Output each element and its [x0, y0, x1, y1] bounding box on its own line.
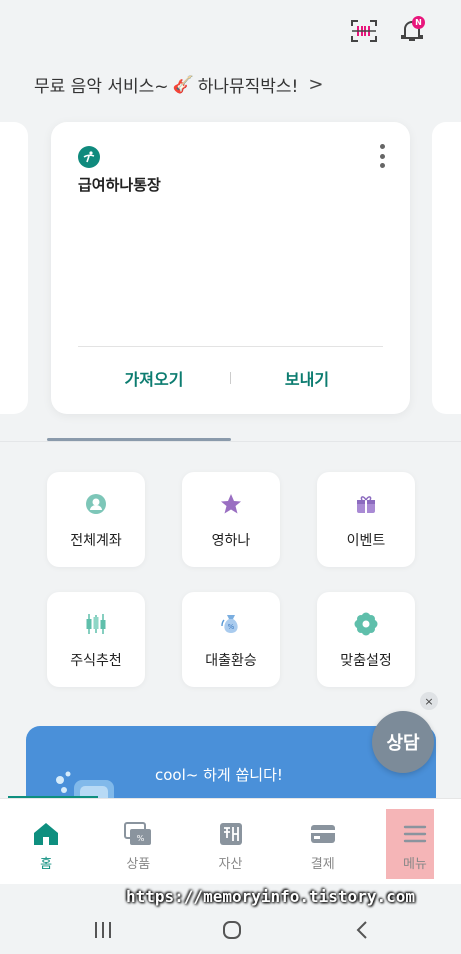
- money-bag-icon: %: [219, 612, 243, 636]
- carousel-page-indicator: [47, 438, 231, 441]
- send-button[interactable]: 보내기: [231, 366, 383, 390]
- hamburger-icon: [401, 821, 429, 847]
- barcode-scan-icon[interactable]: [347, 14, 381, 48]
- chevron-right-icon: >: [308, 74, 324, 95]
- assets-icon: [217, 821, 245, 847]
- nav-item-assets[interactable]: 자산: [184, 799, 276, 884]
- back-icon[interactable]: [350, 918, 374, 942]
- promo-text-suffix: 하나뮤직박스!: [197, 77, 299, 97]
- watermark-text: https://memoryinfo.tistory.com: [126, 887, 415, 906]
- consult-button[interactable]: 상담: [372, 711, 434, 773]
- menu-tile-custom-settings[interactable]: 맞춤설정: [317, 592, 415, 687]
- menu-tile-all-accounts[interactable]: 전체계좌: [47, 472, 145, 567]
- account-name: 급여하나통장: [78, 176, 161, 194]
- home-icon: [32, 821, 60, 847]
- tile-label: 영하나: [211, 533, 251, 549]
- bell-icon[interactable]: N: [395, 14, 429, 48]
- gift-icon: [354, 492, 378, 516]
- menu-tile-loan-transfer[interactable]: % 대출환승: [182, 592, 280, 687]
- recent-apps-icon[interactable]: [91, 918, 115, 942]
- svg-text:%: %: [228, 623, 235, 631]
- top-bar: N: [0, 0, 461, 60]
- tile-label: 맞춤설정: [340, 653, 392, 669]
- account-card[interactable]: 급여하나통장 가져오기 보내기: [51, 122, 410, 414]
- nav-item-payment[interactable]: 결제: [277, 799, 369, 884]
- carousel-track: [0, 441, 461, 442]
- candlestick-icon: [84, 612, 108, 636]
- more-options-icon[interactable]: [374, 142, 390, 170]
- menu-tile-stock-recommend[interactable]: 주식추천: [47, 592, 145, 687]
- promo-link[interactable]: 무료 음악 서비스~ 🎸 하나뮤직박스! >: [34, 72, 323, 97]
- nav-item-menu[interactable]: 메뉴: [369, 799, 461, 884]
- menu-tile-young-hana[interactable]: 영하나: [182, 472, 280, 567]
- svg-text:%: %: [137, 834, 145, 843]
- product-card-icon: %: [124, 821, 152, 847]
- import-button[interactable]: 가져오기: [78, 366, 230, 390]
- nav-label: 자산: [218, 857, 243, 872]
- nav-label: 결제: [310, 857, 335, 872]
- card-icon: [309, 821, 337, 847]
- next-account-card[interactable]: [432, 122, 461, 414]
- hana-logo-icon: [78, 146, 100, 168]
- nav-item-home[interactable]: 홈: [0, 799, 92, 884]
- tile-label: 대출환승: [205, 653, 257, 669]
- tile-label: 전체계좌: [70, 533, 122, 549]
- tile-label: 이벤트: [346, 533, 386, 549]
- tile-label: 주식추천: [70, 653, 122, 669]
- home-button-icon[interactable]: [220, 918, 244, 942]
- nav-label: 상품: [126, 857, 151, 872]
- guitar-icon: 🎸: [172, 74, 194, 95]
- person-circle-icon: [84, 492, 108, 516]
- flower-gear-icon: [354, 612, 378, 636]
- notification-badge: N: [412, 16, 425, 29]
- close-icon[interactable]: ×: [420, 692, 438, 710]
- promo-text-prefix: 무료 음악 서비스~: [34, 77, 169, 97]
- card-actions: 가져오기 보내기: [78, 362, 383, 394]
- prev-account-card[interactable]: [0, 122, 28, 414]
- bottom-nav: 홈 % 상품 자산 결제 메뉴: [0, 798, 461, 884]
- banner-text: cool~ 하게 쏩니다!: [155, 766, 283, 784]
- star-icon: [219, 492, 243, 516]
- nav-label: 메뉴: [402, 857, 427, 872]
- card-divider: [78, 346, 383, 347]
- system-nav-bar: [0, 906, 461, 954]
- nav-label: 홈: [40, 857, 53, 872]
- menu-tile-event[interactable]: 이벤트: [317, 472, 415, 567]
- nav-item-products[interactable]: % 상품: [92, 799, 184, 884]
